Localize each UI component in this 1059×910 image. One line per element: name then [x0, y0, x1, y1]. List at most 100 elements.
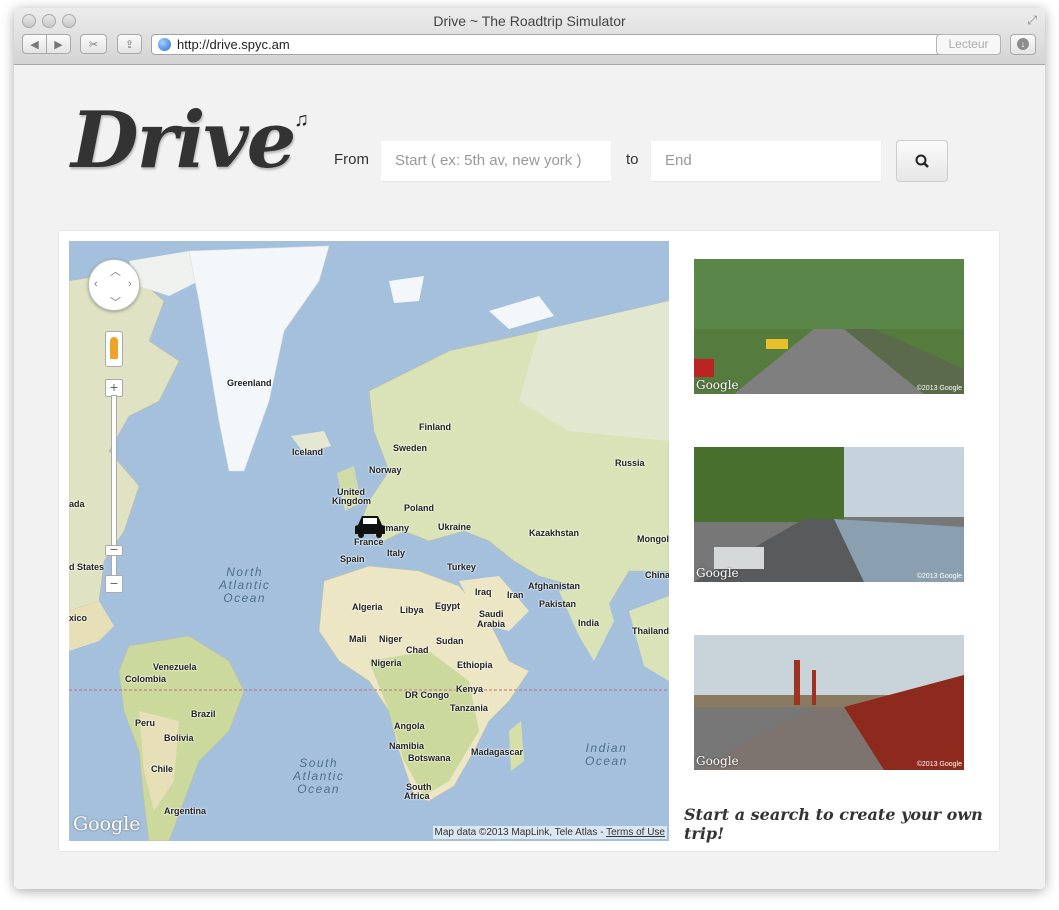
browser-window: Drive ~ The Roadtrip Simulator ⤢ ◀ ▶ ✂ ⇪… [14, 8, 1045, 889]
map-label: Peru [135, 718, 156, 728]
map-label: Mongoli [637, 534, 669, 544]
map-label: Sudan [436, 636, 464, 646]
to-label: to [626, 151, 639, 168]
map-attribution: Map data ©2013 MapLink, Tele Atlas - Ter… [432, 826, 667, 839]
fullscreen-icon[interactable]: ⤢ [1027, 13, 1037, 28]
map-label: Turkey [447, 562, 476, 572]
map-label: Namibia [389, 741, 425, 751]
zoom-slider-handle[interactable]: − [105, 542, 123, 556]
share-button[interactable]: ⇪ [117, 34, 142, 54]
map-label: xico [69, 613, 88, 623]
map-label: d States [69, 562, 105, 572]
map-label: Brazil [191, 709, 216, 719]
pan-control[interactable]: ︿ ﹀ ‹ › [88, 259, 140, 311]
map-label: Kenya [456, 684, 484, 694]
map-label: Venezuela [153, 662, 197, 672]
map-label: Afghanistan [528, 581, 581, 591]
map-label: Colombia [125, 674, 167, 684]
map-label: Ukraine [438, 522, 472, 532]
map-label: Ethiopia [457, 660, 493, 670]
map-label: Chad [406, 645, 429, 655]
start-input[interactable]: Start ( ex: 5th av, new york ) [381, 141, 611, 181]
map-label: Niger [379, 634, 403, 644]
map-label: ada [69, 499, 85, 509]
attribution-text: Map data ©2013 MapLink, Tele Atlas - [434, 827, 607, 838]
pan-right-icon[interactable]: › [128, 278, 132, 290]
map-label: Iraq [475, 587, 492, 597]
url-text: http://drive.spyc.am [177, 37, 290, 52]
call-to-action-text: Start a search to create your own trip! [684, 805, 983, 843]
map-label: Botswana [408, 753, 451, 763]
map-label: Chile [151, 764, 174, 774]
back-arrow-icon: ◀ [30, 38, 39, 51]
map-label: Saudi [479, 609, 504, 619]
map-label: Norway [369, 465, 402, 475]
downloads-button[interactable]: ↓ [1010, 34, 1036, 55]
forward-button[interactable]: ▶ [46, 34, 71, 54]
map-label: Pakistan [539, 599, 577, 609]
google-logo: Google [696, 378, 739, 392]
map-label: Egypt [435, 601, 461, 611]
google-logo: Google [696, 754, 739, 768]
terms-of-use-link[interactable]: Terms of Use [606, 827, 665, 838]
map-label: DR Congo [405, 690, 449, 700]
map-label: Kazakhstan [529, 528, 580, 538]
share-icon: ⇪ [124, 38, 135, 51]
map-label: Nigeria [371, 658, 402, 668]
map-label: Angola [394, 721, 425, 731]
map-label: Africa [404, 791, 430, 801]
forward-arrow-icon: ▶ [54, 38, 63, 51]
google-logo: Google [696, 566, 739, 580]
street-view-thumbnail[interactable]: Google ©2013 Google [694, 259, 964, 394]
map-label: Spain [340, 554, 365, 564]
from-label: From [334, 151, 369, 168]
ocean-label: North Atlantic Ocean [219, 565, 271, 605]
map-label: Argentina [164, 806, 207, 816]
street-view-image [694, 635, 964, 770]
title-bar: Drive ~ The Roadtrip Simulator ⤢ ◀ ▶ ✂ ⇪… [14, 8, 1045, 65]
map-label: China [645, 570, 669, 580]
map-label: Poland [404, 503, 435, 513]
globe-icon [158, 38, 171, 51]
pan-left-icon[interactable]: ‹ [94, 278, 98, 290]
end-input[interactable]: End [651, 141, 881, 181]
map-label: Arabia [477, 619, 506, 629]
search-icon [915, 154, 929, 168]
pan-down-icon[interactable]: ﹀ [110, 294, 121, 310]
ocean-label: Indian Ocean [585, 741, 628, 768]
map-label: Greenland [227, 378, 272, 388]
map-label: Thailand [632, 626, 669, 636]
map-label: Russia [615, 458, 645, 468]
search-button[interactable] [896, 140, 948, 182]
world-map[interactable]: Greenland Iceland Finland Sweden Norway … [69, 241, 669, 841]
page-content: Drive ♫ From Start ( ex: 5th av, new yor… [14, 65, 1045, 889]
pan-up-icon[interactable]: ︿ [110, 263, 121, 279]
window-title: Drive ~ The Roadtrip Simulator [433, 13, 626, 29]
map-label: Iceland [292, 447, 324, 457]
street-view-thumbnail[interactable]: Google ©2013 Google [694, 635, 964, 770]
map-label: Madagascar [471, 747, 524, 757]
reader-button[interactable]: Lecteur [936, 34, 1001, 55]
street-view-pegman-icon[interactable] [105, 331, 123, 367]
copyright-text: ©2013 Google [916, 385, 962, 392]
reading-list-button[interactable]: ✂ [80, 34, 107, 54]
address-bar[interactable]: http://drive.spyc.am ↻ [151, 34, 1001, 55]
back-button[interactable]: ◀ [22, 34, 47, 54]
map-label: Iran [507, 590, 524, 600]
zoom-out-button[interactable]: − [105, 575, 123, 593]
map-label: Mali [349, 634, 367, 644]
download-icon: ↓ [1017, 38, 1029, 50]
street-view-image [694, 447, 964, 582]
main-panel: Greenland Iceland Finland Sweden Norway … [59, 231, 999, 851]
street-view-thumbnail[interactable]: Google ©2013 Google [694, 447, 964, 582]
copyright-text: ©2013 Google [916, 761, 962, 768]
map-label: Sweden [393, 443, 428, 453]
map-label: Libya [400, 605, 424, 615]
map-label: Kingdom [332, 496, 371, 506]
map-label: India [578, 618, 600, 628]
google-logo: Google [73, 813, 141, 835]
ocean-label: South Atlantic Ocean [293, 756, 345, 796]
map-label: Tanzania [450, 703, 488, 713]
map-label: Italy [387, 548, 406, 558]
map-label: Finland [419, 422, 451, 432]
